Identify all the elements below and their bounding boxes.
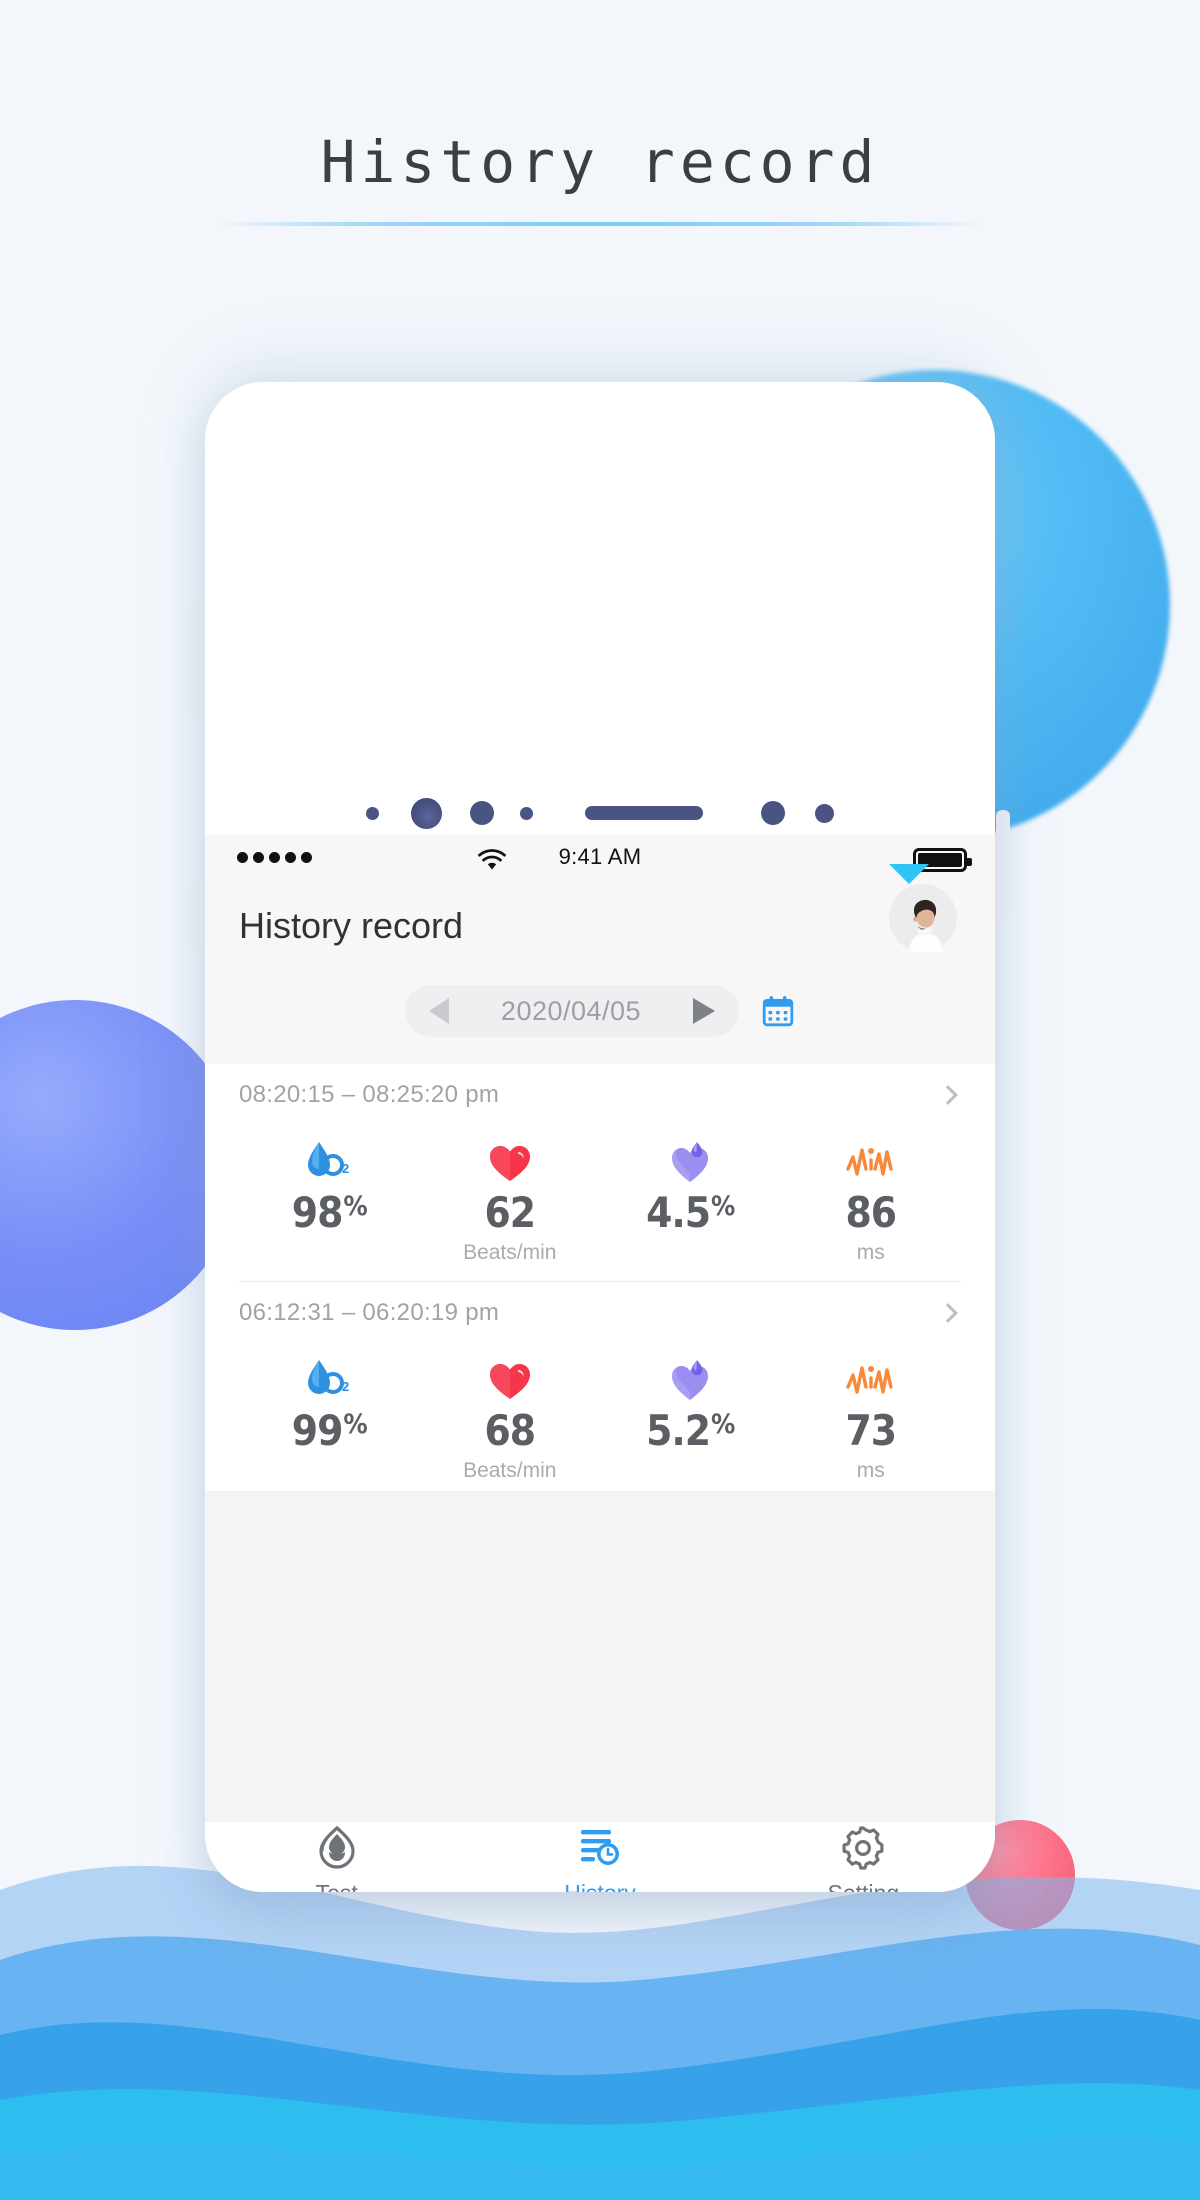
heart-icon xyxy=(420,1138,601,1188)
screen-header-area: 9:41 AM History record 2020/04/05 xyxy=(205,834,995,1064)
record-time-range: 06:12:31 – 06:20:19 pm xyxy=(239,1299,500,1326)
metric-blood-oxygen: 2 98% xyxy=(239,1138,420,1267)
title-underline xyxy=(215,222,985,226)
record-time-range: 08:20:15 – 08:25:20 pm xyxy=(239,1081,500,1108)
record-metrics: 2 99% 68 Beats/min 5.2% 73 ms xyxy=(239,1344,961,1491)
test-drop-icon xyxy=(205,1822,468,1872)
record-header[interactable]: 08:20:15 – 08:25:20 pm xyxy=(239,1064,961,1126)
metric-unit: ms xyxy=(856,1459,885,1482)
svg-text:2: 2 xyxy=(342,1379,349,1394)
metric-waveform: 86 ms xyxy=(781,1138,962,1267)
metric-waveform: 73 ms xyxy=(781,1356,962,1485)
record-row[interactable]: 06:12:31 – 06:20:19 pm 2 99% 68 Beats/mi… xyxy=(205,1282,995,1491)
metric-value: 5.2% xyxy=(646,1406,735,1455)
sensor-dot-right-small xyxy=(815,803,834,823)
record-metrics: 2 98% 62 Beats/min 4.5% 86 ms xyxy=(239,1126,961,1273)
metric-perfusion-index: 4.5% xyxy=(600,1138,781,1267)
phone-screen: 9:41 AM History record 2020/04/05 08:20:… xyxy=(205,834,995,1892)
tab-label: Setting xyxy=(732,1880,995,1892)
empty-list-area xyxy=(205,1491,995,1821)
app-header: History record xyxy=(205,864,995,972)
tab-test[interactable]: Test xyxy=(205,1822,468,1892)
app-title: History record xyxy=(239,905,464,946)
sensor-dot-right xyxy=(761,801,785,825)
perfusion-index-icon xyxy=(600,1356,781,1406)
phone-power-button[interactable] xyxy=(996,810,1010,920)
waveform-icon xyxy=(781,1138,962,1188)
metric-unit: ms xyxy=(856,1241,885,1264)
selected-date[interactable]: 2020/04/05 xyxy=(501,996,641,1027)
metric-value: 98% xyxy=(291,1188,368,1237)
avatar[interactable] xyxy=(889,864,957,952)
blood-oxygen-icon: 2 xyxy=(239,1356,420,1406)
chevron-right-icon[interactable] xyxy=(938,1303,958,1323)
status-bar: 9:41 AM xyxy=(205,834,995,880)
blood-oxygen-icon: 2 xyxy=(239,1138,420,1188)
gear-icon xyxy=(732,1822,995,1872)
bottom-tab-bar: Test History xyxy=(205,1821,995,1892)
date-pill[interactable]: 2020/04/05 xyxy=(405,985,739,1037)
metric-value: 73 xyxy=(845,1406,897,1455)
phone-volume-up-button[interactable] xyxy=(190,600,204,720)
tab-setting[interactable]: Setting xyxy=(732,1822,995,1892)
metric-heart-rate: 62 Beats/min xyxy=(420,1138,601,1267)
sensor-dot-small xyxy=(366,806,379,820)
status-bar-time: 9:41 AM xyxy=(558,844,642,869)
metric-perfusion-index: 5.2% xyxy=(600,1356,781,1485)
sensor-dot-medium xyxy=(470,801,494,825)
phone-mockup: 9:41 AM History record 2020/04/05 08:20:… xyxy=(205,382,995,1892)
metric-value: 99% xyxy=(291,1406,368,1455)
tab-label: History xyxy=(468,1880,731,1892)
records-list: 08:20:15 – 08:25:20 pm 2 98% 62 Beats/mi… xyxy=(205,1064,995,1821)
heart-icon xyxy=(420,1356,601,1406)
record-row[interactable]: 08:20:15 – 08:25:20 pm 2 98% 62 Beats/mi… xyxy=(205,1064,995,1273)
perfusion-index-icon xyxy=(600,1138,781,1188)
phone-volume-down-button[interactable] xyxy=(190,880,204,950)
history-list-clock-icon xyxy=(468,1822,731,1872)
waveform-icon xyxy=(781,1356,962,1406)
chevron-right-icon[interactable] xyxy=(938,1085,958,1105)
metric-value: 62 xyxy=(484,1188,536,1237)
sensor-dot-tiny xyxy=(520,806,533,820)
triangle-left-icon[interactable] xyxy=(429,998,449,1024)
phone-sensor-bar xyxy=(205,790,995,836)
earpiece-speaker xyxy=(585,806,703,820)
metric-value: 68 xyxy=(484,1406,536,1455)
page-heading: History record xyxy=(0,128,1200,226)
triangle-right-icon[interactable] xyxy=(692,998,715,1024)
metric-value: 86 xyxy=(845,1188,897,1237)
metric-unit: Beats/min xyxy=(463,1241,557,1264)
date-selector: 2020/04/05 xyxy=(205,972,995,1064)
tab-label: Test xyxy=(205,1880,468,1892)
metric-unit: Beats/min xyxy=(463,1459,557,1482)
calendar-icon[interactable] xyxy=(761,994,795,1028)
front-camera-icon xyxy=(411,797,442,829)
record-header[interactable]: 06:12:31 – 06:20:19 pm xyxy=(239,1282,961,1344)
page-title: History record xyxy=(320,128,880,196)
tab-history[interactable]: History xyxy=(468,1822,731,1892)
metric-value: 4.5% xyxy=(646,1188,735,1237)
metric-blood-oxygen: 2 99% xyxy=(239,1356,420,1485)
metric-heart-rate: 68 Beats/min xyxy=(420,1356,601,1485)
svg-text:2: 2 xyxy=(342,1161,349,1176)
